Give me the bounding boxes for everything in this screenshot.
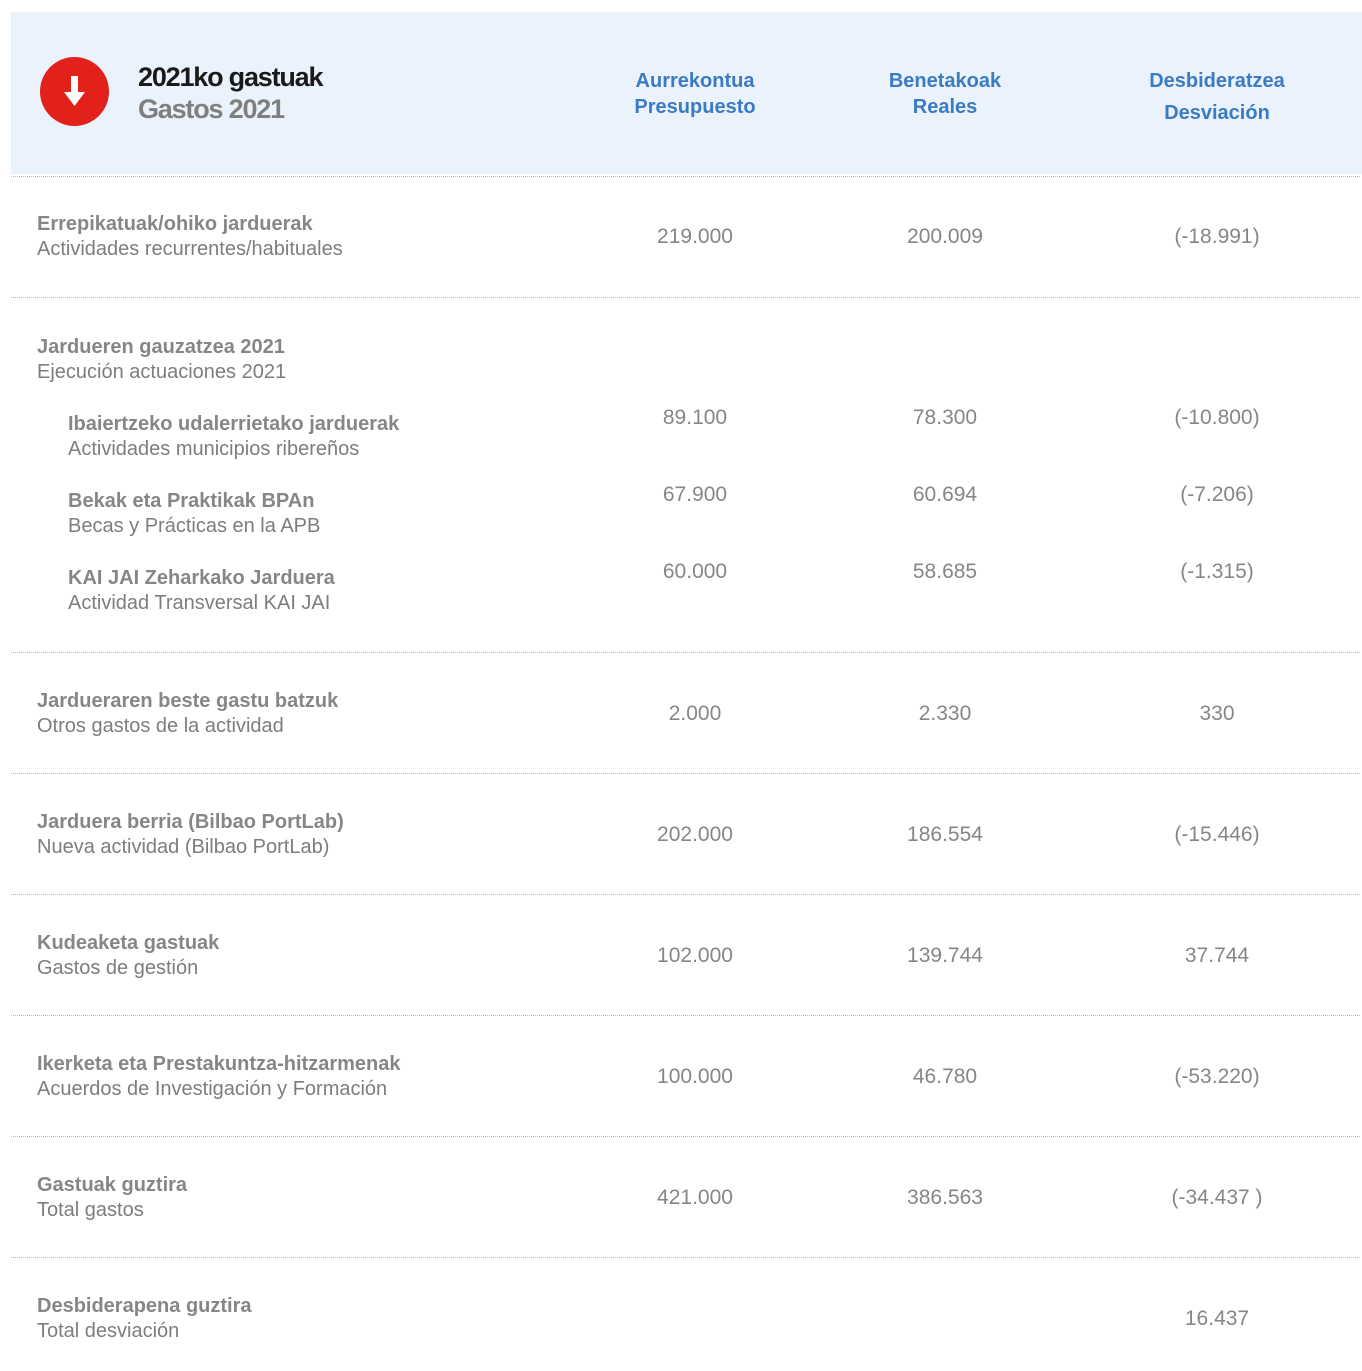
page-subtitle: Gastos 2021	[138, 94, 285, 124]
table-header: 2021ko gastuak Gastos 2021 Aurrekontua P…	[11, 12, 1362, 174]
table-row-label: Jarduera berria (Bilbao PortLab) Nueva a…	[37, 810, 344, 860]
budget-value: 89.100	[662, 406, 728, 429]
deviation-value: (-53.220)	[1174, 1065, 1260, 1088]
row-divider	[11, 773, 1360, 774]
deviation-value: (-18.991)	[1174, 225, 1260, 248]
column-header-actual-es: Reales	[912, 96, 978, 118]
budget-value: 219.000	[657, 225, 733, 248]
table-row-label: Gastuak guztira Total gastos	[37, 1173, 187, 1223]
budget-value: 67.900	[662, 483, 728, 506]
row-label-es: Actividades recurrentes/habituales	[37, 238, 343, 260]
column-header-deviation-es: Desviación	[1164, 102, 1270, 124]
budget-value: 202.000	[657, 823, 733, 846]
actual-value: 386.563	[907, 1186, 983, 1209]
row-label-es: Acuerdos de Investigación y Formación	[37, 1078, 388, 1100]
row-label-es: Nueva actividad (Bilbao PortLab)	[37, 836, 330, 858]
actual-value: 139.744	[907, 944, 983, 967]
row-divider	[11, 652, 1360, 653]
table-row-label: Jardueraren beste gastu batzuk Otros gas…	[37, 689, 338, 739]
actual-value: 186.554	[907, 823, 983, 846]
down-arrow-icon	[40, 57, 109, 126]
deviation-value: (-34.437 )	[1171, 1186, 1263, 1209]
row-divider	[11, 1257, 1360, 1258]
row-label-es: Actividad Transversal KAI JAI	[68, 592, 331, 614]
row-label-es: Total gastos	[37, 1199, 144, 1221]
row-label-es: Gastos de gestión	[37, 957, 199, 979]
row-divider	[11, 894, 1360, 895]
row-label-es: Ejecución actuaciones 2021	[37, 361, 287, 383]
row-label-eu: Gastuak guztira	[37, 1174, 188, 1196]
table-row-label: Jardueren gauzatzea 2021 Ejecución actua…	[37, 335, 286, 385]
column-header-budget: Aurrekontua Presupuesto	[575, 68, 815, 120]
actual-value: 2.330	[918, 702, 972, 725]
deviation-value: 16.437	[1184, 1307, 1250, 1330]
row-label-eu: Ikerketa eta Prestakuntza-hitzarmenak	[37, 1053, 401, 1075]
deviation-value: (-7.206)	[1180, 483, 1254, 506]
row-label-eu: Jardueren gauzatzea 2021	[37, 336, 285, 358]
table-subrow-label: KAI JAI Zeharkako Jarduera Actividad Tra…	[68, 566, 335, 616]
actual-value: 200.009	[907, 225, 983, 248]
column-header-budget-eu: Aurrekontua	[635, 70, 755, 92]
table-row-label: Ikerketa eta Prestakuntza-hitzarmenak Ac…	[37, 1052, 401, 1102]
row-divider	[11, 1136, 1360, 1137]
row-label-eu: Bekak eta Praktikak BPAn	[68, 490, 315, 512]
table-row-label: Kudeaketa gastuak Gastos de gestión	[37, 931, 219, 981]
table-subrow-label: Ibaiertzeko udalerrietako jarduerak Acti…	[68, 412, 399, 462]
deviation-value: 37.744	[1184, 944, 1250, 967]
budget-value: 421.000	[657, 1186, 733, 1209]
budget-value: 102.000	[657, 944, 733, 967]
actual-value: 78.300	[912, 406, 978, 429]
actual-value: 46.780	[912, 1065, 978, 1088]
row-label-eu: Kudeaketa gastuak	[37, 932, 220, 954]
table-row-label: Desbiderapena guztira Total desviación	[37, 1294, 252, 1344]
column-header-budget-es: Presupuesto	[634, 96, 756, 118]
row-label-es: Becas y Prácticas en la APB	[68, 515, 321, 537]
column-header-deviation-eu: Desbideratzea	[1149, 70, 1285, 92]
column-header-deviation: Desbideratzea Desviación	[1087, 65, 1347, 129]
row-label-eu: KAI JAI Zeharkako Jarduera	[68, 567, 335, 589]
actual-value: 58.685	[912, 560, 978, 583]
row-label-eu: Desbiderapena guztira	[37, 1295, 252, 1317]
deviation-value: (-10.800)	[1174, 406, 1260, 429]
deviation-value: (-1.315)	[1180, 560, 1254, 583]
budget-value: 2.000	[668, 702, 722, 725]
row-divider	[11, 297, 1360, 298]
row-label-es: Otros gastos de la actividad	[37, 715, 284, 737]
row-label-eu: Jardueraren beste gastu batzuk	[37, 690, 339, 712]
row-divider	[11, 1015, 1360, 1016]
row-divider	[11, 176, 1360, 177]
row-label-eu: Errepikatuak/ohiko jarduerak	[37, 213, 313, 235]
table-row-label: Errepikatuak/ohiko jarduerak Actividades…	[37, 212, 343, 262]
page-title: 2021ko gastuak	[138, 62, 324, 92]
deviation-value: 330	[1199, 702, 1235, 725]
row-label-es: Actividades municipios ribereños	[68, 438, 360, 460]
table-subrow-label: Bekak eta Praktikak BPAn Becas y Práctic…	[68, 489, 320, 539]
column-header-actual-eu: Benetakoak	[888, 70, 1002, 92]
column-header-actual: Benetakoak Reales	[825, 68, 1065, 120]
budget-value: 100.000	[657, 1065, 733, 1088]
row-label-es: Total desviación	[37, 1320, 180, 1342]
budget-value: 60.000	[662, 560, 728, 583]
deviation-value: (-15.446)	[1174, 823, 1260, 846]
row-label-eu: Ibaiertzeko udalerrietako jarduerak	[68, 413, 400, 435]
actual-value: 60.694	[912, 483, 978, 506]
row-label-eu: Jarduera berria (Bilbao PortLab)	[37, 811, 344, 833]
